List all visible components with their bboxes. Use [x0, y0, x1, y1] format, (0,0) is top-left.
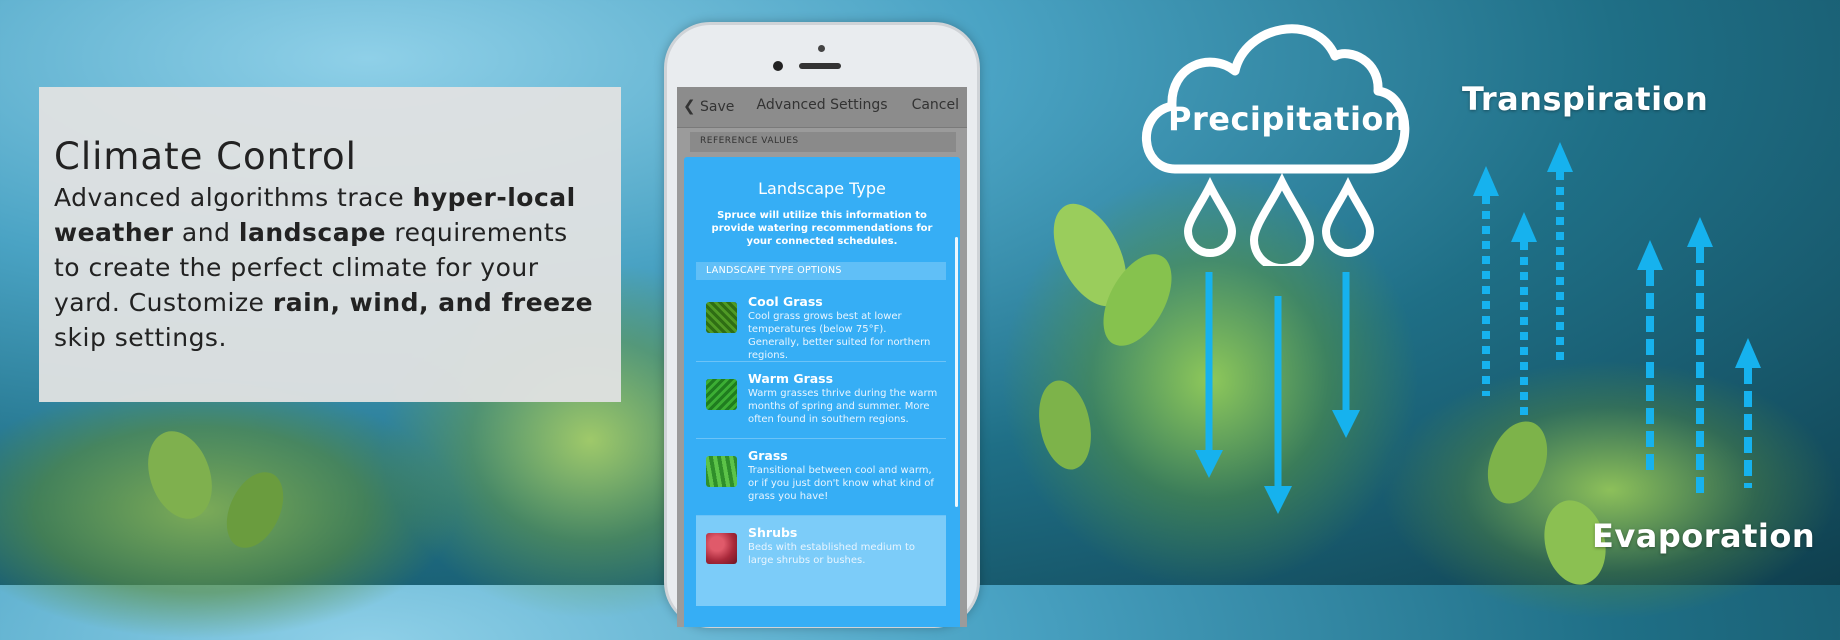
evaporation-arrows — [1637, 217, 1761, 495]
transpiration-arrows — [1473, 142, 1573, 420]
water-cycle-arrows — [1195, 142, 1761, 514]
precipitation-arrows — [1195, 272, 1360, 514]
